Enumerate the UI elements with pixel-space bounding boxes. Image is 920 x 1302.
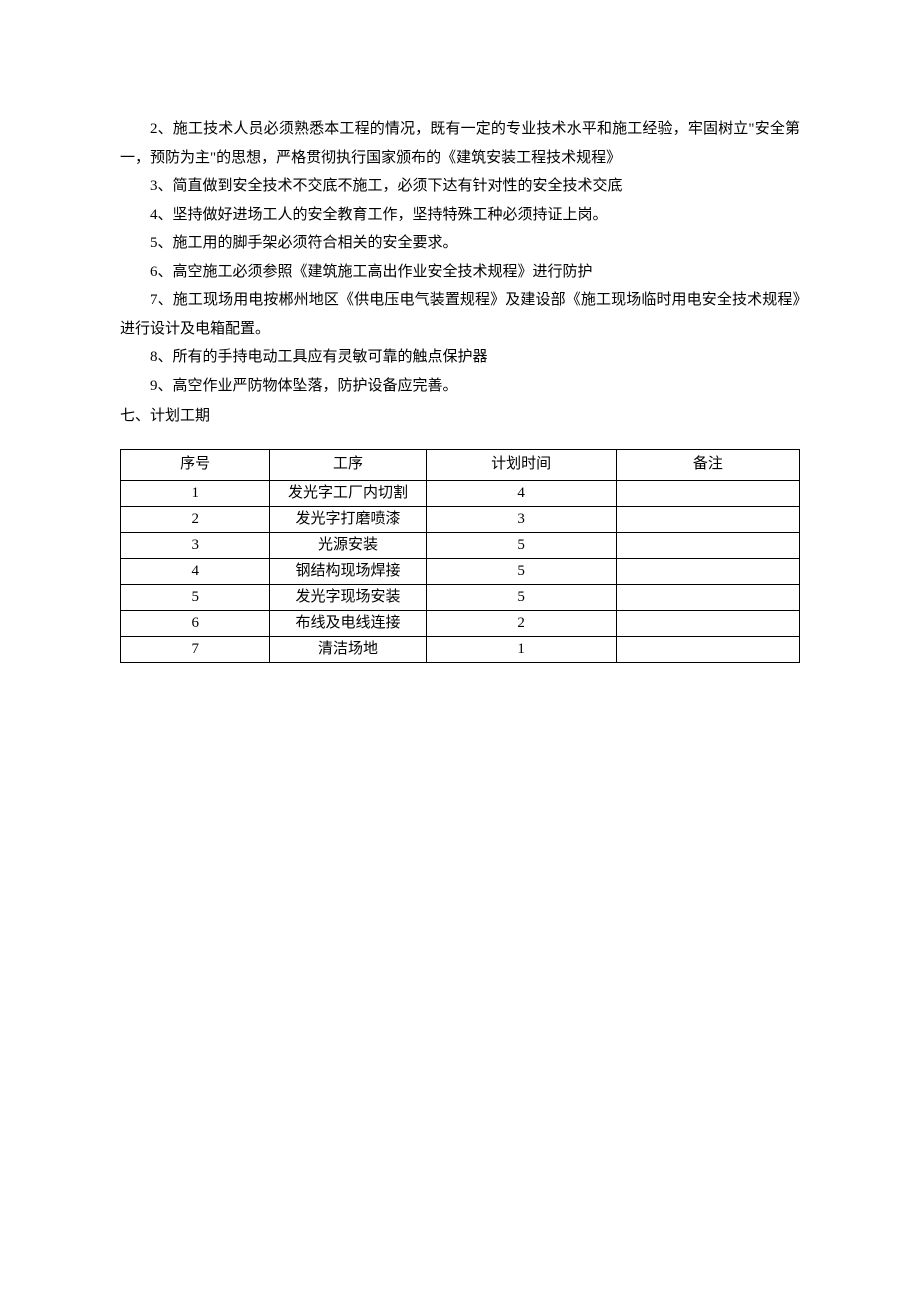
table-row: 3 光源安装 5: [121, 532, 800, 558]
paragraph-4: 4、坚持做好进场工人的安全教育工作，坚持特殊工种必须持证上岗。: [120, 201, 800, 230]
cell-step: 钢结构现场焊接: [270, 558, 426, 584]
cell-note: [616, 584, 799, 610]
section-heading: 七、计划工期: [120, 402, 800, 431]
cell-time: 2: [426, 610, 616, 636]
cell-time: 4: [426, 480, 616, 506]
cell-note: [616, 506, 799, 532]
document-page: 2、施工技术人员必须熟悉本工程的情况，既有一定的专业技术水平和施工经验，牢固树立…: [0, 0, 920, 723]
cell-step: 发光字工厂内切割: [270, 480, 426, 506]
cell-step: 清洁场地: [270, 636, 426, 662]
paragraph-3: 3、简直做到安全技术不交底不施工，必须下达有针对性的安全技术交底: [120, 172, 800, 201]
table-row: 1 发光字工厂内切割 4: [121, 480, 800, 506]
header-no: 序号: [121, 449, 270, 480]
cell-note: [616, 610, 799, 636]
cell-time: 1: [426, 636, 616, 662]
cell-step: 发光字打磨喷漆: [270, 506, 426, 532]
table-header-row: 序号 工序 计划时间 备注: [121, 449, 800, 480]
cell-no: 6: [121, 610, 270, 636]
paragraph-9: 9、高空作业严防物体坠落，防护设备应完善。: [120, 372, 800, 401]
cell-no: 4: [121, 558, 270, 584]
cell-no: 5: [121, 584, 270, 610]
cell-no: 7: [121, 636, 270, 662]
cell-time: 5: [426, 584, 616, 610]
header-time: 计划时间: [426, 449, 616, 480]
cell-step: 布线及电线连接: [270, 610, 426, 636]
table-row: 6 布线及电线连接 2: [121, 610, 800, 636]
paragraph-2: 2、施工技术人员必须熟悉本工程的情况，既有一定的专业技术水平和施工经验，牢固树立…: [120, 115, 800, 172]
cell-no: 1: [121, 480, 270, 506]
cell-note: [616, 532, 799, 558]
cell-note: [616, 480, 799, 506]
cell-no: 2: [121, 506, 270, 532]
header-note: 备注: [616, 449, 799, 480]
table-row: 5 发光字现场安装 5: [121, 584, 800, 610]
cell-step: 光源安装: [270, 532, 426, 558]
schedule-table: 序号 工序 计划时间 备注 1 发光字工厂内切割 4 2 发光字打磨喷漆 3 3…: [120, 449, 800, 663]
cell-time: 3: [426, 506, 616, 532]
cell-no: 3: [121, 532, 270, 558]
cell-time: 5: [426, 532, 616, 558]
header-step: 工序: [270, 449, 426, 480]
paragraph-7: 7、施工现场用电按郴州地区《供电压电气装置规程》及建设部《施工现场临时用电安全技…: [120, 286, 800, 343]
cell-note: [616, 636, 799, 662]
cell-time: 5: [426, 558, 616, 584]
table-row: 4 钢结构现场焊接 5: [121, 558, 800, 584]
cell-note: [616, 558, 799, 584]
cell-step: 发光字现场安装: [270, 584, 426, 610]
table-row: 7 清洁场地 1: [121, 636, 800, 662]
paragraph-6: 6、高空施工必须参照《建筑施工高出作业安全技术规程》进行防护: [120, 258, 800, 287]
table-row: 2 发光字打磨喷漆 3: [121, 506, 800, 532]
paragraph-5: 5、施工用的脚手架必须符合相关的安全要求。: [120, 229, 800, 258]
paragraph-8: 8、所有的手持电动工具应有灵敏可靠的触点保护器: [120, 343, 800, 372]
